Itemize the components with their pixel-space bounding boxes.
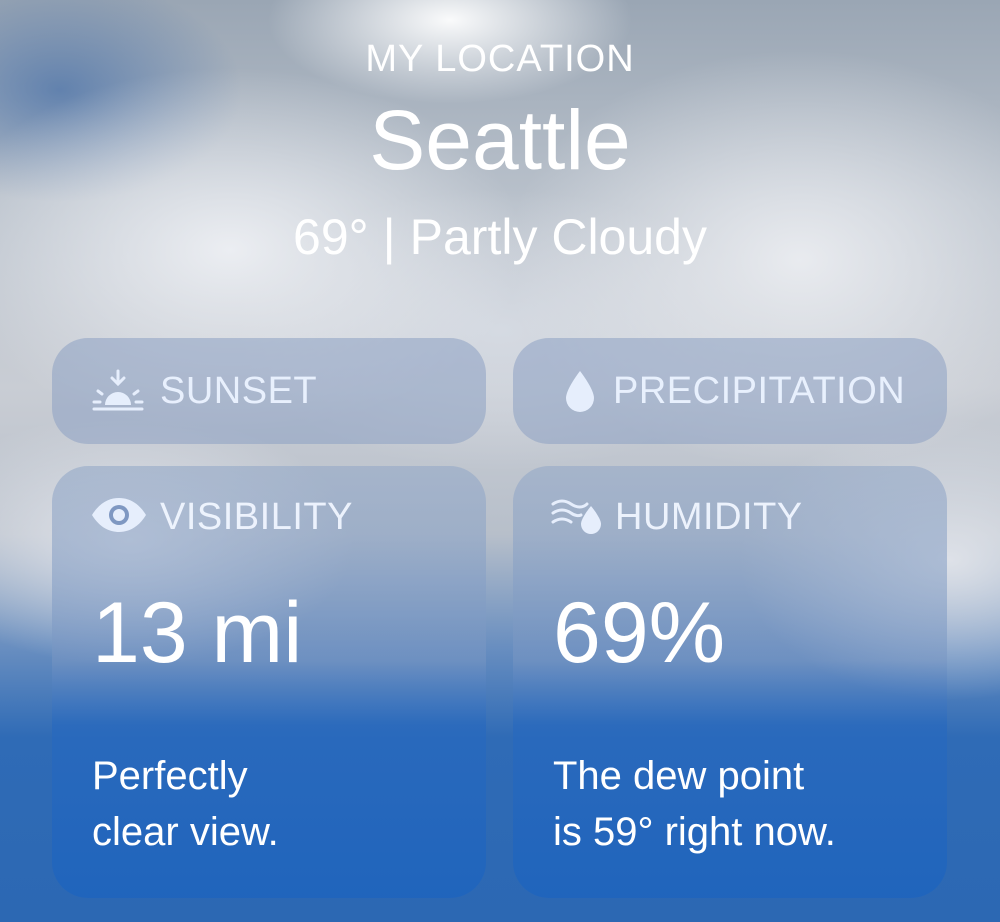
current-temperature: 69° [293, 209, 369, 265]
visibility-label: VISIBILITY [160, 496, 353, 538]
visibility-description: Perfectly clear view. [92, 748, 462, 860]
conditions-separator: | [382, 209, 396, 265]
humidity-value: 69% [553, 585, 726, 681]
raindrop-icon [563, 369, 597, 413]
city-name: Seattle [369, 93, 631, 187]
humidity-card-header: HUMIDITY [551, 496, 803, 539]
humidity-label: HUMIDITY [615, 496, 803, 538]
humidity-description: The dew point is 59° right now. [553, 748, 923, 860]
location-label: MY LOCATION [365, 38, 635, 80]
visibility-description-line: Perfectly [92, 754, 248, 798]
precipitation-tile[interactable]: PRECIPITATION [513, 338, 947, 444]
sunset-icon [92, 369, 144, 413]
humidity-description-line: is 59° right now. [553, 810, 836, 854]
current-conditions: 69° | Partly Cloudy [0, 208, 1000, 266]
visibility-card-header: VISIBILITY [90, 496, 353, 539]
visibility-value: 13 mi [92, 585, 303, 681]
humidity-card[interactable]: HUMIDITY 69% The dew point is 59° right … [513, 466, 947, 898]
sunset-label: SUNSET [160, 369, 318, 412]
condition-text: Partly Cloudy [409, 209, 707, 265]
visibility-card[interactable]: VISIBILITY 13 mi Perfectly clear view. [52, 466, 486, 898]
eye-icon [90, 496, 148, 539]
humidity-description-line: The dew point [553, 754, 805, 798]
precipitation-label: PRECIPITATION [613, 369, 906, 412]
visibility-description-line: clear view. [92, 810, 279, 854]
sunset-tile[interactable]: SUNSET [52, 338, 486, 444]
humidity-icon [551, 496, 603, 539]
